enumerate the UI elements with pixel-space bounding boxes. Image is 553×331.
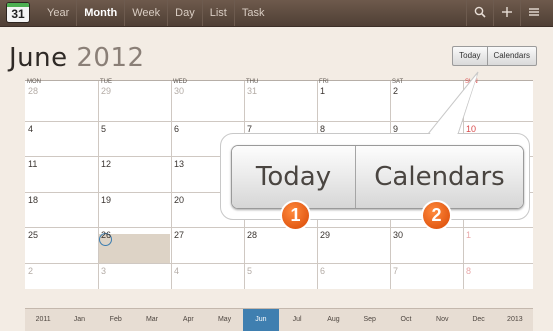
day-cell[interactable]: 26 xyxy=(101,230,111,240)
tab-task[interactable]: Task xyxy=(235,0,272,26)
grid-row-divider xyxy=(25,263,533,264)
day-cell[interactable]: 4 xyxy=(174,266,179,276)
day-cell[interactable]: 13 xyxy=(174,159,184,169)
weekday-sat: SAT xyxy=(392,79,404,85)
view-tabs: Year Month Week Day List Task xyxy=(40,0,271,26)
day-cell[interactable]: 5 xyxy=(247,266,252,276)
zoomed-today-button[interactable]: Today xyxy=(232,146,356,208)
day-cell[interactable]: 29 xyxy=(320,230,330,240)
top-bar: 31 Year Month Week Day List Task xyxy=(0,0,553,27)
day-cell[interactable]: 1 xyxy=(466,230,471,240)
day-cell[interactable]: 12 xyxy=(101,159,111,169)
day-cell[interactable]: 28 xyxy=(28,86,38,96)
top-actions xyxy=(466,0,547,26)
day-cell[interactable]: 1 xyxy=(320,86,325,96)
page-title: June 2012 xyxy=(9,43,145,73)
zoomed-calendars-button[interactable]: Calendars xyxy=(356,146,523,208)
weekday-tue: TUE xyxy=(100,79,112,85)
step-badge-1: 1 xyxy=(282,202,309,229)
header-buttons: Today Calendars xyxy=(452,46,537,66)
month-strip-item-jul[interactable]: Jul xyxy=(279,309,315,331)
menu-icon[interactable] xyxy=(520,0,547,26)
month-strip-item-nov[interactable]: Nov xyxy=(424,309,460,331)
month-strip-item-jun[interactable]: Jun xyxy=(242,309,279,331)
month-strip-item-sep[interactable]: Sep xyxy=(352,309,388,331)
title-month: June xyxy=(9,43,68,73)
day-cell[interactable]: 2 xyxy=(28,266,33,276)
tab-list[interactable]: List xyxy=(203,0,235,26)
grid-column-divider xyxy=(171,81,172,289)
day-cell[interactable]: 2 xyxy=(393,86,398,96)
weekday-thu: THU xyxy=(246,79,259,85)
month-strip: 2011 Jan Feb Mar Apr May Jun Jul Aug Sep Oct Nov Dec… xyxy=(25,308,533,331)
zoomed-buttons: Today Calendars xyxy=(231,145,524,209)
day-cell[interactable]: 5 xyxy=(101,124,106,134)
weekday-fri: FRI xyxy=(319,79,329,85)
month-strip-item-aug[interactable]: Aug xyxy=(315,309,351,331)
title-year: 2012 xyxy=(76,43,145,73)
day-cell[interactable]: 8 xyxy=(466,266,471,276)
day-cell[interactable]: 3 xyxy=(466,86,471,96)
month-strip-item-oct[interactable]: Oct xyxy=(388,309,424,331)
search-icon[interactable] xyxy=(466,0,493,26)
calendar-icon-day: 31 xyxy=(11,7,25,21)
day-cell[interactable]: 4 xyxy=(28,124,33,134)
day-cell[interactable]: 6 xyxy=(320,266,325,276)
day-cell[interactable]: 31 xyxy=(247,86,257,96)
grid-column-divider xyxy=(98,81,99,289)
weekday-sun: SUN xyxy=(465,79,478,85)
day-cell[interactable]: 3 xyxy=(101,266,106,276)
today-button[interactable]: Today xyxy=(452,46,487,66)
weekday-mon: MON xyxy=(27,79,41,85)
month-strip-item-mar[interactable]: Mar xyxy=(134,309,170,331)
grid-row-divider xyxy=(25,227,533,228)
add-icon[interactable] xyxy=(493,0,520,26)
day-cell[interactable]: 11 xyxy=(28,159,37,169)
month-strip-item-2013[interactable]: 2013 xyxy=(497,309,533,331)
day-cell[interactable]: 7 xyxy=(393,266,398,276)
grid-row-divider xyxy=(25,121,533,122)
calendars-button[interactable]: Calendars xyxy=(486,46,537,66)
day-cell[interactable]: 6 xyxy=(174,124,179,134)
month-strip-item-2011[interactable]: 2011 xyxy=(25,309,61,331)
tab-month[interactable]: Month xyxy=(77,0,126,26)
day-cell[interactable]: 30 xyxy=(393,230,403,240)
tab-week[interactable]: Week xyxy=(125,0,169,26)
day-cell[interactable]: 30 xyxy=(174,86,184,96)
month-strip-item-dec[interactable]: Dec xyxy=(460,309,496,331)
calendar-app-icon[interactable]: 31 xyxy=(7,3,29,22)
weekday-wed: WED xyxy=(173,79,187,85)
step-badge-2: 2 xyxy=(423,202,450,229)
day-cell[interactable]: 25 xyxy=(28,230,38,240)
day-cell[interactable]: 18 xyxy=(28,195,38,205)
tab-day[interactable]: Day xyxy=(168,0,203,26)
month-strip-item-jan[interactable]: Jan xyxy=(61,309,97,331)
day-cell[interactable]: 28 xyxy=(247,230,257,240)
day-cell[interactable]: 29 xyxy=(101,86,111,96)
month-strip-item-may[interactable]: May xyxy=(206,309,242,331)
day-cell[interactable]: 27 xyxy=(174,230,184,240)
month-strip-item-feb[interactable]: Feb xyxy=(98,309,134,331)
month-strip-item-apr[interactable]: Apr xyxy=(170,309,206,331)
tab-year[interactable]: Year xyxy=(40,0,78,26)
day-cell[interactable]: 20 xyxy=(174,195,184,205)
day-cell[interactable]: 19 xyxy=(101,195,111,205)
